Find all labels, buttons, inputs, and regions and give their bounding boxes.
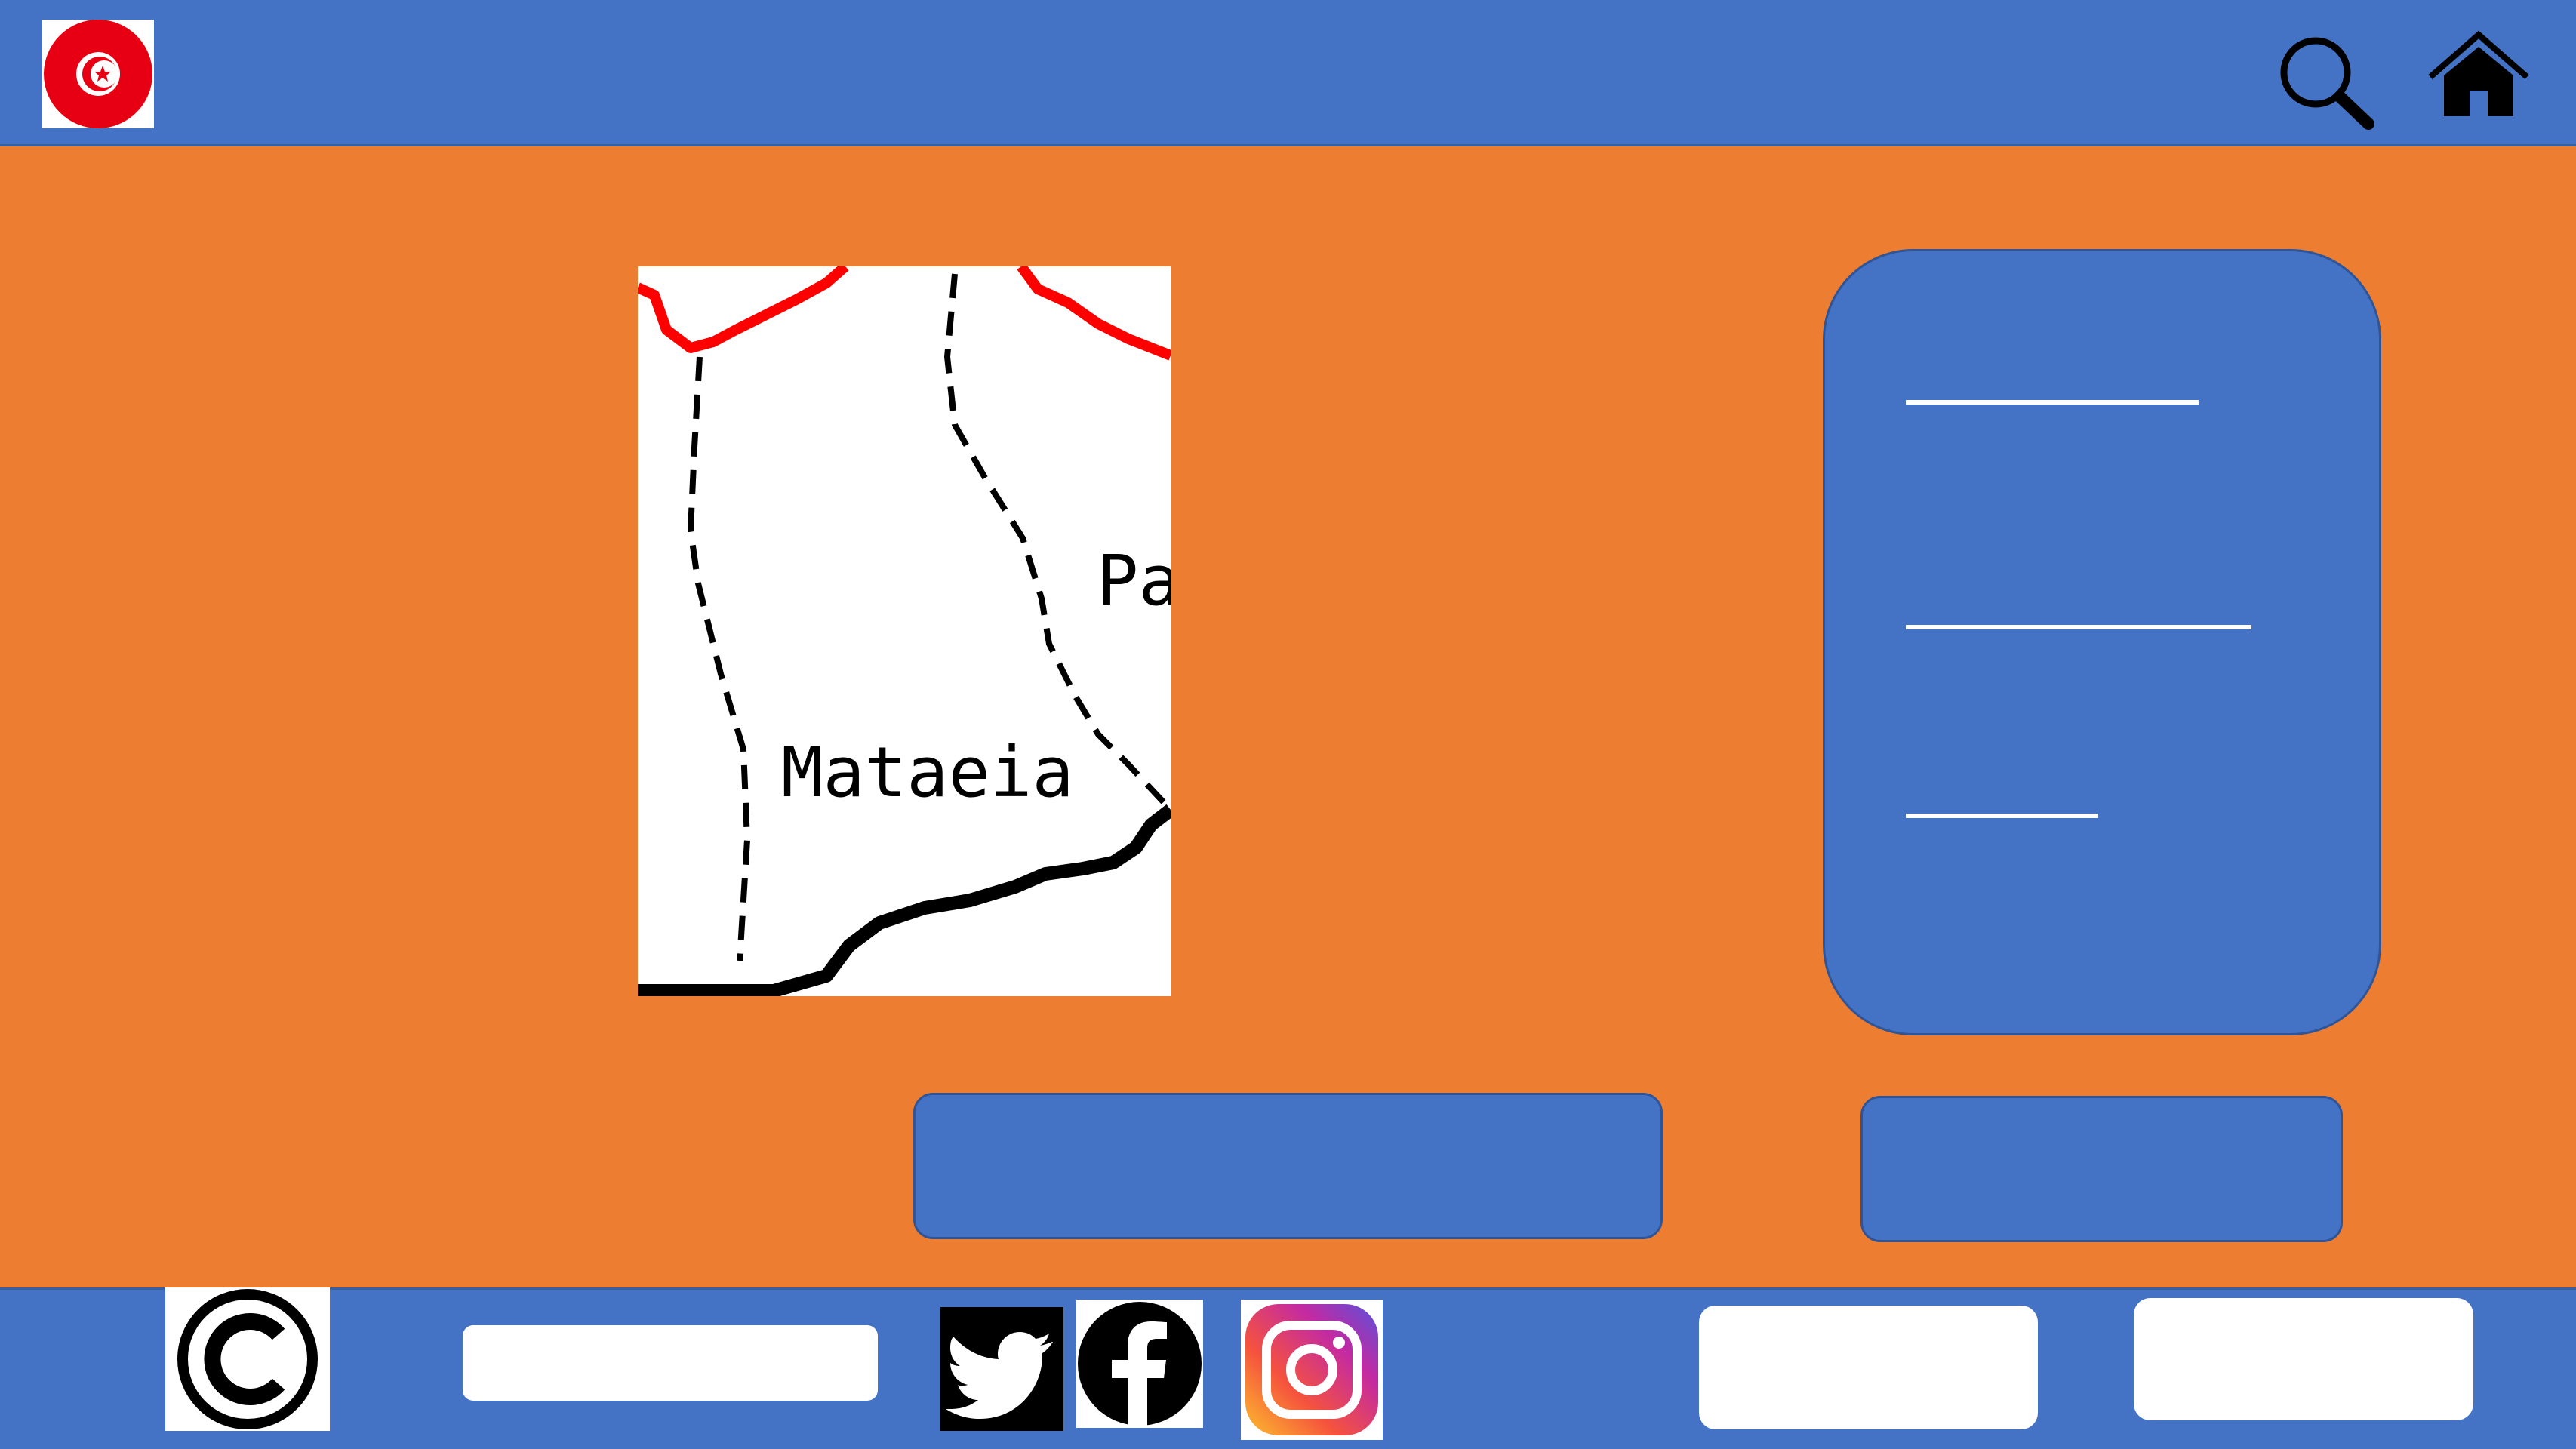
search-icon[interactable] (2276, 33, 2377, 133)
secondary-action-button[interactable] (1860, 1096, 2343, 1242)
footer-button[interactable] (2134, 1298, 2473, 1420)
copyright-icon (165, 1287, 330, 1431)
map-dashed-boundary (687, 356, 751, 961)
facebook-icon[interactable] (1076, 1300, 1203, 1428)
map-label-pa: Pa (1097, 540, 1171, 621)
home-icon[interactable] (2427, 30, 2530, 121)
footer-button[interactable] (1699, 1306, 2038, 1429)
primary-action-button[interactable] (913, 1093, 1663, 1239)
info-line (1906, 625, 2251, 629)
instagram-icon[interactable] (1241, 1300, 1383, 1440)
map-image: Mataeia Pa (638, 266, 1171, 996)
tunisia-flag-icon[interactable] (42, 20, 154, 128)
map-coastline (638, 804, 1171, 996)
header-bar (0, 0, 2576, 146)
map-label-mataeia: Mataeia (781, 732, 1074, 813)
map-red-border (1017, 266, 1171, 361)
info-line (1906, 400, 2199, 405)
info-line (1906, 814, 2098, 818)
map-red-border (638, 266, 849, 353)
twitter-icon[interactable] (940, 1307, 1063, 1431)
footer-text-field[interactable] (463, 1325, 878, 1401)
info-panel (1823, 249, 2381, 1035)
